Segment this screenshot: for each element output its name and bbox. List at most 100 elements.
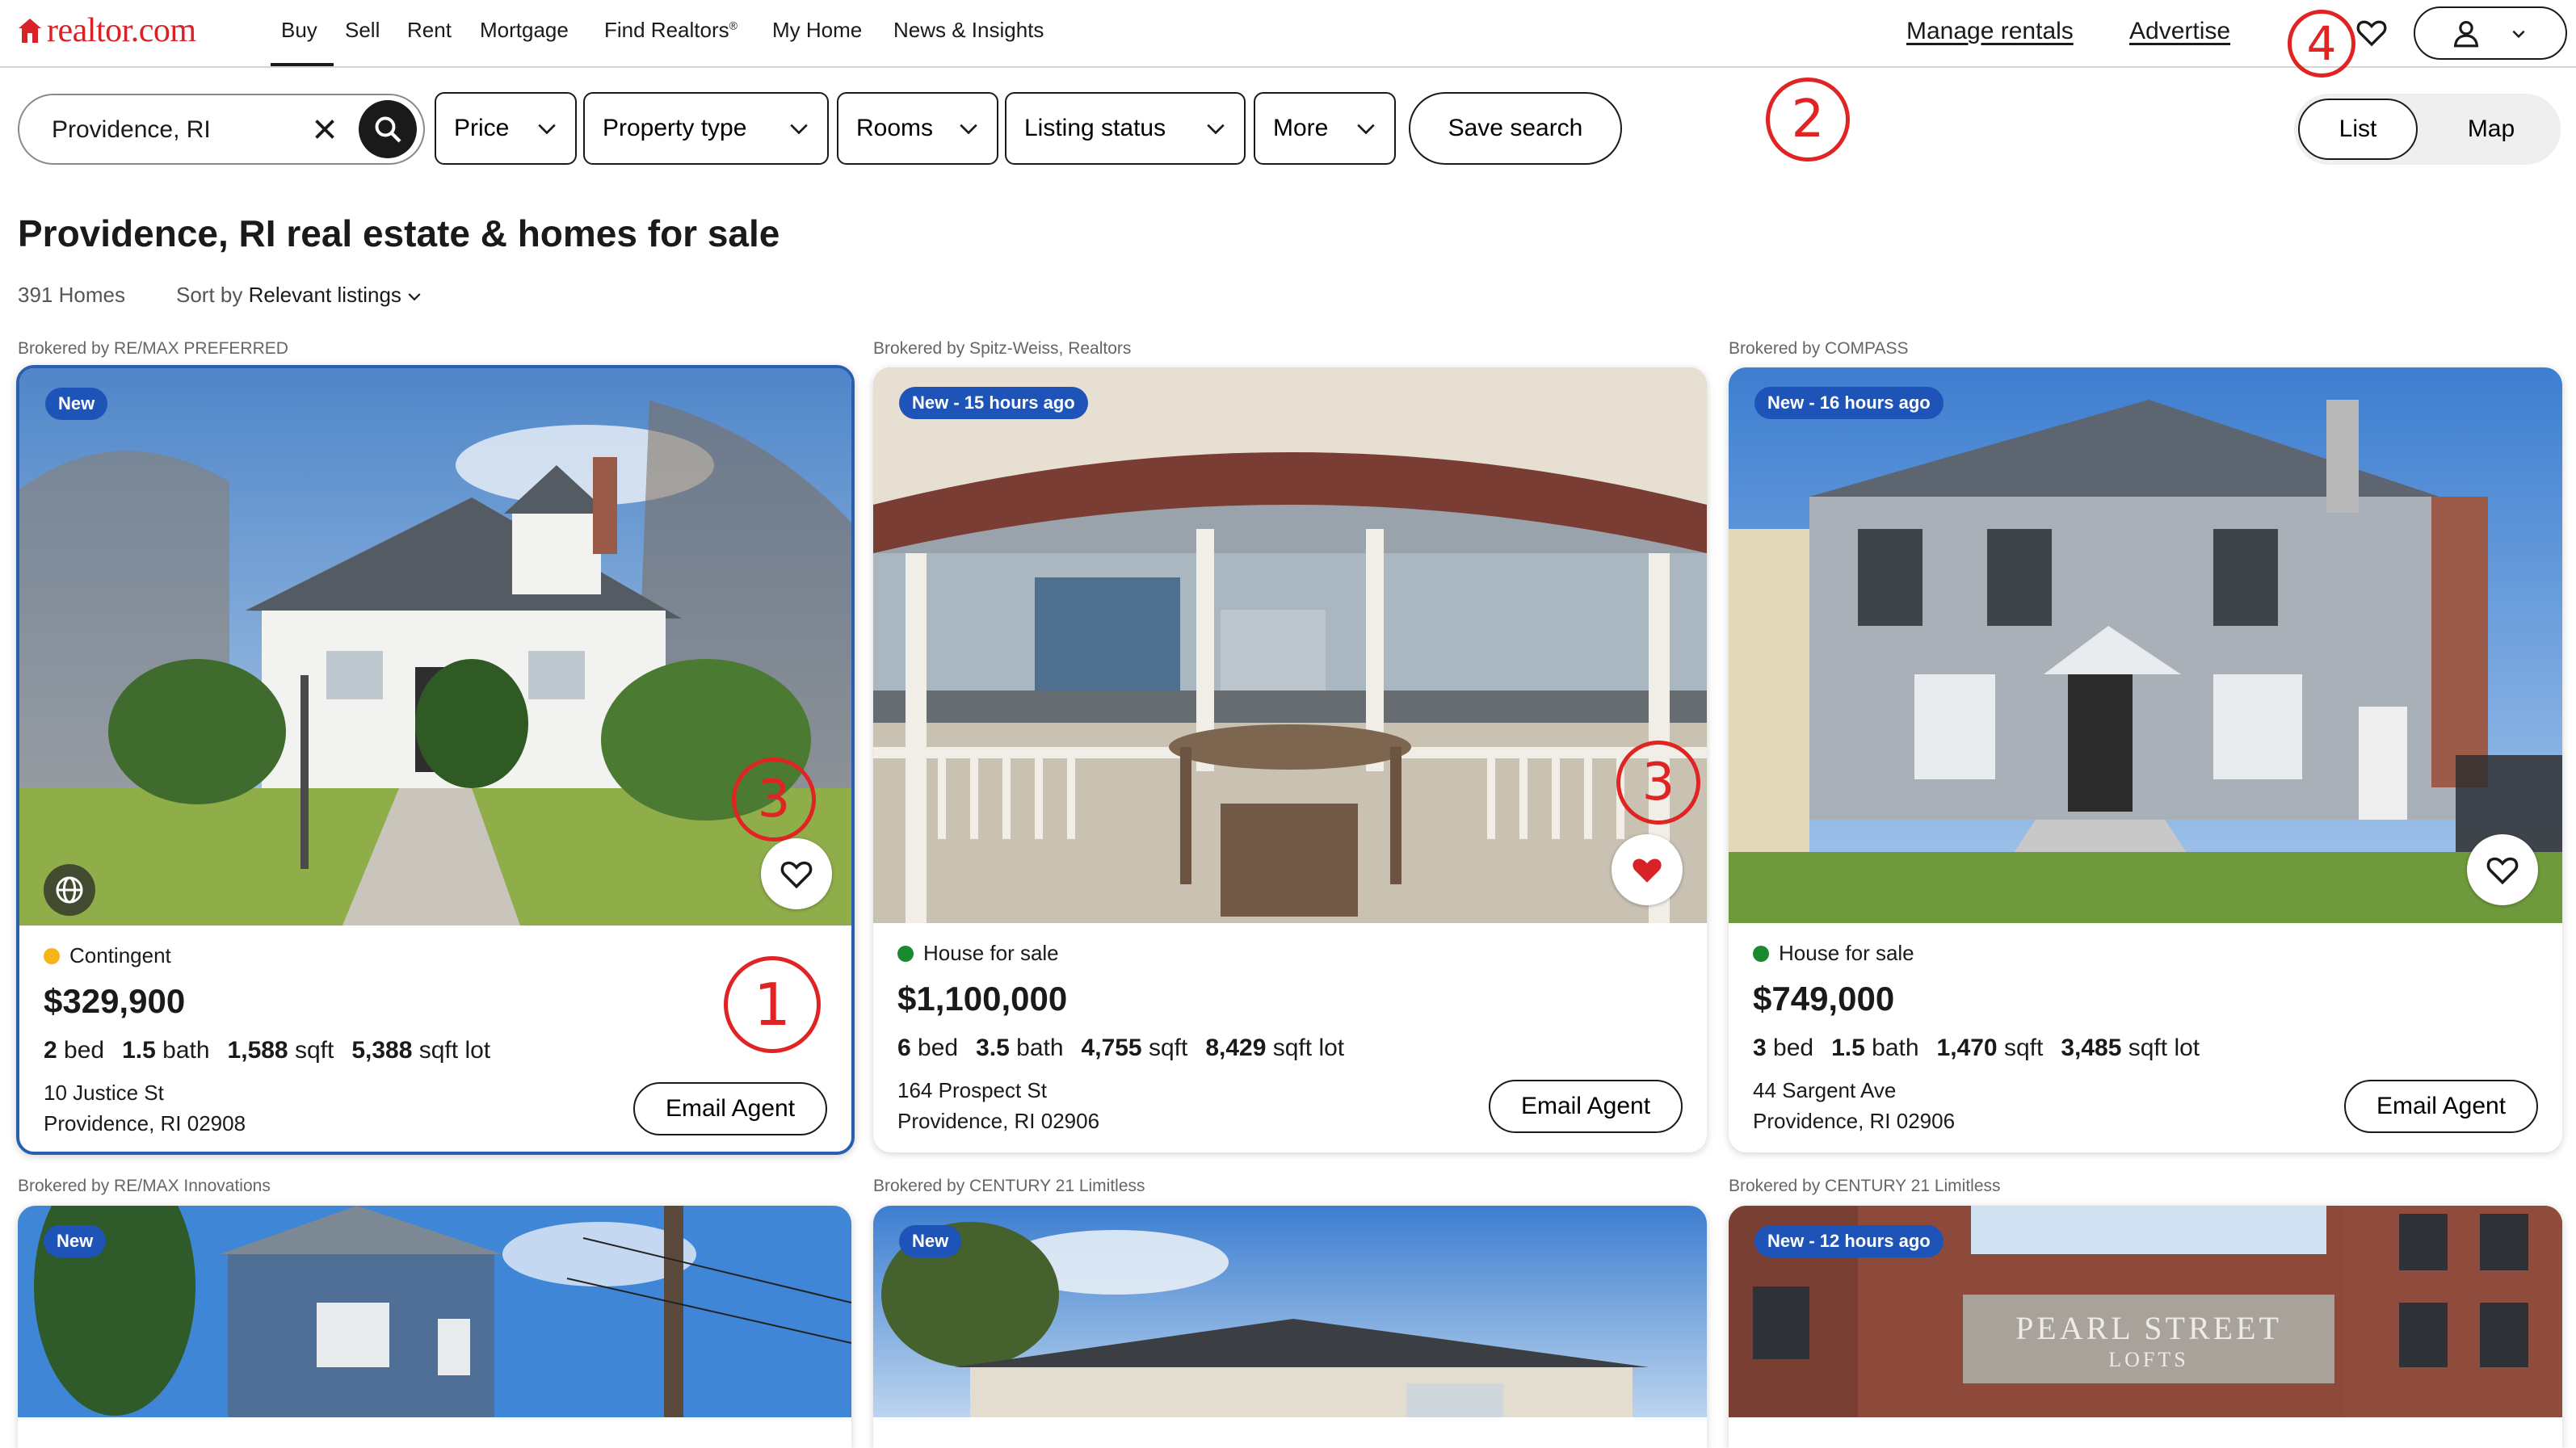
status-dot — [1753, 945, 1769, 962]
address-street: 44 Sargent Ave — [1753, 1078, 1897, 1102]
chevron-down-icon — [1207, 124, 1225, 135]
listing-photo[interactable]: New 3 — [19, 368, 851, 925]
broker-label: Brokered by RE/MAX Innovations — [18, 1177, 271, 1195]
listing-status: Contingent — [44, 943, 171, 968]
results-count: 391 Homes — [18, 283, 125, 307]
sort-label: Sort by — [176, 283, 243, 307]
listing-address[interactable]: 164 Prospect St Providence, RI 02906 — [897, 1075, 1099, 1136]
beds-unit: bed — [64, 1037, 105, 1064]
map-view-button[interactable]: Map — [2431, 99, 2551, 160]
virtual-tour-button[interactable] — [44, 864, 95, 916]
listing-card[interactable]: New 3 Contingent $329,900 2 bed 1.5 bath 1… — [16, 365, 855, 1155]
location-search-input[interactable] — [50, 110, 296, 150]
annotation-2: 2 — [1766, 78, 1850, 162]
listing-status-filter[interactable]: Listing status — [1005, 92, 1246, 165]
lot-value: 8,429 — [1205, 1035, 1267, 1061]
lot-value: 5,388 — [351, 1037, 413, 1064]
building-sign-line2: LOFTS — [2108, 1348, 2189, 1371]
realtor-logo[interactable]: realtor.com — [18, 11, 196, 50]
listing-address[interactable]: 44 Sargent Ave Providence, RI 02906 — [1753, 1075, 1955, 1136]
list-view-button[interactable]: List — [2298, 99, 2418, 160]
manage-rentals-link[interactable]: Manage rentals — [1906, 18, 2074, 45]
broker-label: Brokered by CENTURY 21 Limitless — [873, 1177, 1145, 1195]
listing-photo[interactable]: New - 16 hours ago — [1729, 367, 2562, 923]
annotation-1: 1 — [724, 956, 821, 1053]
sqft-value: 4,755 — [1081, 1035, 1142, 1061]
sqft-unit: sqft — [1148, 1035, 1188, 1061]
address-street: 164 Prospect St — [897, 1078, 1047, 1102]
beds-unit: bed — [918, 1035, 959, 1061]
listing-status: House for sale — [1753, 941, 1914, 966]
property-type-filter-label: Property type — [603, 115, 747, 141]
nav-rent[interactable]: Rent — [407, 18, 452, 43]
more-filter[interactable]: More — [1254, 92, 1396, 165]
rooms-filter[interactable]: Rooms — [837, 92, 998, 165]
chevron-down-icon — [1357, 124, 1375, 135]
close-icon[interactable] — [310, 115, 339, 144]
more-filter-label: More — [1273, 115, 1329, 141]
search-button[interactable] — [359, 100, 417, 158]
user-icon — [2453, 20, 2479, 48]
heart-icon — [2486, 857, 2519, 885]
saved-homes-heart-icon[interactable] — [2355, 16, 2388, 48]
sqft-value: 1,588 — [227, 1037, 288, 1064]
beds-value: 3 — [1753, 1035, 1767, 1061]
chevron-down-icon — [408, 293, 421, 301]
sqft-value: 1,470 — [1936, 1035, 1998, 1061]
listing-badge: New - 15 hours ago — [899, 387, 1088, 419]
account-menu-button[interactable] — [2414, 6, 2567, 60]
sort-dropdown[interactable]: Sort by Relevant listings — [176, 283, 422, 308]
price-filter-label: Price — [454, 115, 510, 141]
nav-find-realtors[interactable]: Find Realtors® — [604, 18, 738, 43]
save-listing-button[interactable] — [761, 838, 832, 909]
beds-value: 2 — [44, 1037, 57, 1064]
email-agent-button[interactable]: Email Agent — [633, 1082, 827, 1135]
beds-value: 6 — [897, 1035, 911, 1061]
broker-label: Brokered by RE/MAX PREFERRED — [18, 339, 288, 358]
baths-value: 1.5 — [1831, 1035, 1865, 1061]
listing-price: $1,100,000 — [897, 980, 1068, 1018]
listing-specs: 2 bed 1.5 bath 1,588 sqft 5,388 sqft lot — [44, 1037, 490, 1064]
property-type-filter[interactable]: Property type — [583, 92, 829, 165]
listing-status: House for sale — [897, 941, 1059, 966]
advertise-link[interactable]: Advertise — [2129, 18, 2230, 45]
listing-card[interactable]: New - 15 hours ago 3 House for sale $1,1… — [873, 367, 1707, 1152]
nav-sell[interactable]: Sell — [345, 18, 380, 43]
listing-photo[interactable]: New - 15 hours ago 3 — [873, 367, 1707, 923]
baths-unit: bath — [1872, 1035, 1919, 1061]
listing-specs: 6 bed 3.5 bath 4,755 sqft 8,429 sqft lot — [897, 1035, 1344, 1062]
save-listing-button[interactable] — [2467, 834, 2538, 905]
listing-card[interactable]: PEARL STREET LOFTS New - 12 hours ago — [1729, 1206, 2562, 1448]
listing-address[interactable]: 10 Justice St Providence, RI 02908 — [44, 1077, 246, 1139]
listing-badge: New - 12 hours ago — [1754, 1225, 1944, 1257]
nav-mortgage[interactable]: Mortgage — [480, 18, 569, 43]
save-listing-button[interactable] — [1612, 834, 1683, 905]
listing-card[interactable]: New - 16 hours ago House for sale $749,0… — [1729, 367, 2562, 1152]
listing-card[interactable]: New — [873, 1206, 1707, 1448]
listing-badge: New - 16 hours ago — [1754, 387, 1944, 419]
listing-card[interactable]: New — [18, 1206, 851, 1448]
nav-buy[interactable]: Buy — [281, 18, 317, 43]
listing-price: $329,900 — [44, 982, 186, 1020]
annotation-3: 3 — [732, 758, 816, 842]
house-photo-image — [18, 1206, 851, 1417]
listing-badge: New — [899, 1225, 962, 1257]
baths-value: 1.5 — [122, 1037, 156, 1064]
price-filter[interactable]: Price — [435, 92, 577, 165]
lot-unit: sqft lot — [2128, 1035, 2200, 1061]
sqft-unit: sqft — [294, 1037, 334, 1064]
save-search-button[interactable]: Save search — [1409, 92, 1622, 165]
location-search-box — [18, 94, 425, 165]
globe-icon — [56, 876, 83, 904]
house-photo-image — [873, 1206, 1707, 1417]
listing-badge: New — [44, 1225, 107, 1257]
email-agent-button[interactable]: Email Agent — [2344, 1080, 2538, 1133]
nav-news-insights[interactable]: News & Insights — [893, 18, 1044, 43]
nav-my-home[interactable]: My Home — [772, 18, 862, 43]
address-street: 10 Justice St — [44, 1081, 164, 1105]
email-agent-button[interactable]: Email Agent — [1489, 1080, 1683, 1133]
chevron-down-icon — [960, 124, 977, 135]
annotation-4: 4 — [2288, 10, 2355, 78]
chevron-down-icon — [2512, 30, 2525, 39]
rooms-filter-label: Rooms — [856, 115, 934, 141]
